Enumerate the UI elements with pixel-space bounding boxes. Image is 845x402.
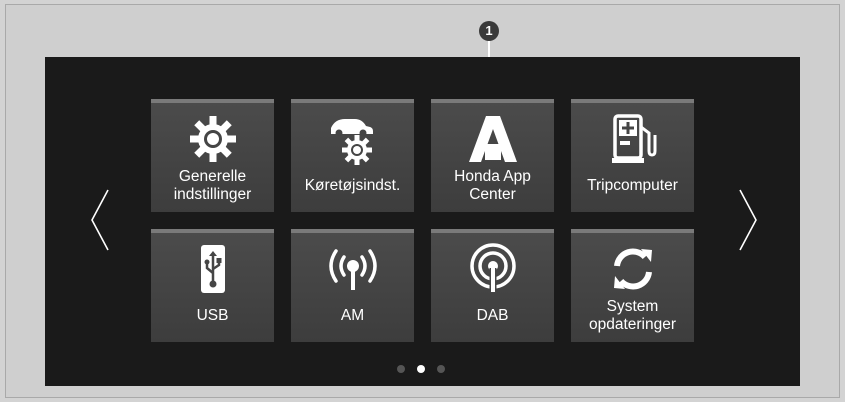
callout-badge: 1 xyxy=(479,21,499,41)
tile-label: Tripcomputer xyxy=(587,177,678,194)
gear-icon xyxy=(151,115,274,163)
previous-page-arrow-icon[interactable] xyxy=(88,185,112,255)
car-settings-icon xyxy=(291,115,414,165)
page-indicator xyxy=(397,365,445,373)
tile-system-updates[interactable]: System opdateringer xyxy=(571,229,694,342)
tile-usb[interactable]: USB xyxy=(151,229,274,342)
page-dot-active[interactable] xyxy=(417,365,425,373)
tile-label: Køretøjsindst. xyxy=(304,177,401,194)
tile-label: System opdateringer xyxy=(588,298,677,333)
tile-label: Honda App Center xyxy=(454,168,531,203)
tile-am[interactable]: AM xyxy=(291,229,414,342)
honda-app-center-icon xyxy=(431,115,554,163)
tile-vehicle-settings[interactable]: Køretøjsindst. xyxy=(291,99,414,212)
next-page-arrow-icon[interactable] xyxy=(736,185,760,255)
tile-dab[interactable]: DAB xyxy=(431,229,554,342)
tile-label: USB xyxy=(196,307,229,324)
tile-label: DAB xyxy=(476,307,509,324)
tile-label: AM xyxy=(340,307,365,324)
usb-icon xyxy=(151,245,274,293)
tile-general-settings[interactable]: Generelle indstillinger xyxy=(151,99,274,212)
page-dot[interactable] xyxy=(437,365,445,373)
tile-tripcomputer[interactable]: Tripcomputer xyxy=(571,99,694,212)
refresh-icon xyxy=(571,245,694,293)
tile-label: Generelle indstillinger xyxy=(173,168,252,203)
dab-radio-icon xyxy=(431,243,554,293)
page-dot[interactable] xyxy=(397,365,405,373)
tile-honda-app-center[interactable]: Honda App Center xyxy=(431,99,554,212)
fuel-pump-icon xyxy=(571,114,694,163)
am-radio-icon xyxy=(291,245,414,293)
